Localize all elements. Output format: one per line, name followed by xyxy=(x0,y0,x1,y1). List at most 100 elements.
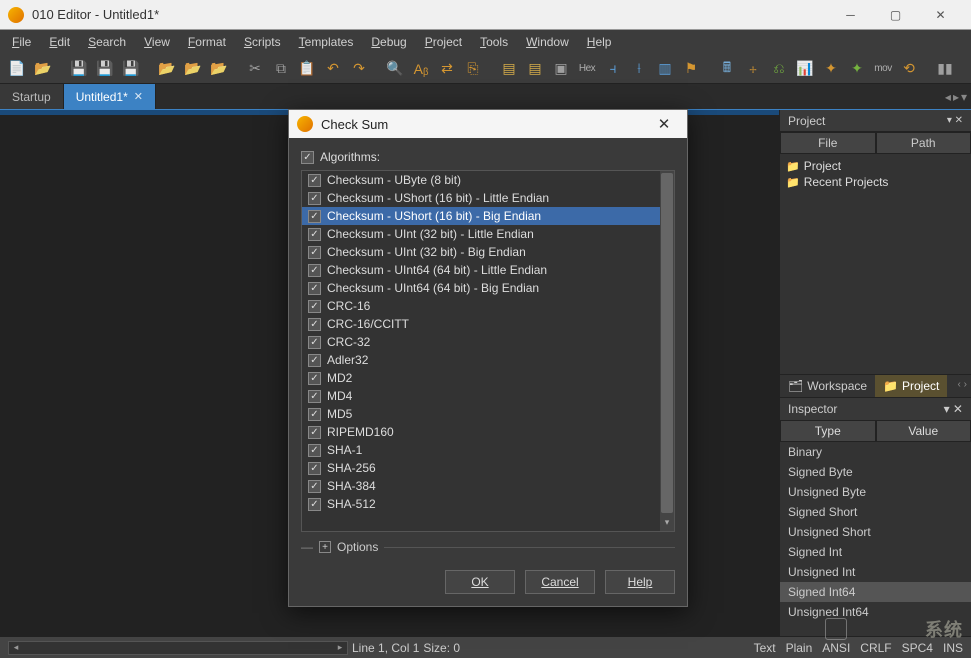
status-seg-crlf[interactable]: CRLF xyxy=(860,641,891,655)
inspector-row[interactable]: Signed Short xyxy=(780,502,971,522)
ruler-icon[interactable]: ⟊ xyxy=(628,58,650,80)
algorithm-checkbox[interactable]: ✓ xyxy=(308,192,321,205)
algorithm-item[interactable]: ✓SHA-512 xyxy=(302,495,674,513)
scroll-down-icon[interactable]: ▾ xyxy=(660,517,674,531)
algorithm-item[interactable]: ✓MD4 xyxy=(302,387,674,405)
terminal-icon[interactable]: ▣ xyxy=(550,58,572,80)
algorithm-item[interactable]: ✓SHA-256 xyxy=(302,459,674,477)
options-expand-button[interactable]: + xyxy=(319,541,331,553)
status-seg-plain[interactable]: Plain xyxy=(786,641,813,655)
pause-icon[interactable]: ▮▮ xyxy=(934,58,956,80)
algorithm-item[interactable]: ✓Checksum - UByte (8 bit) xyxy=(302,171,674,189)
new-file-icon[interactable]: 📄 xyxy=(6,58,28,80)
tree-item[interactable]: 📁Project xyxy=(786,158,965,174)
menu-view[interactable]: View xyxy=(136,32,178,52)
checksum-icon[interactable]: ⎌ xyxy=(768,58,790,80)
mov-label[interactable]: mov xyxy=(872,58,894,80)
menu-file[interactable]: File xyxy=(4,32,39,52)
cut-icon[interactable]: ✂ xyxy=(244,58,266,80)
algorithm-checkbox[interactable]: ✓ xyxy=(308,300,321,313)
workspace-tab[interactable]: 📁Project xyxy=(875,375,947,397)
menu-tools[interactable]: Tools xyxy=(472,32,516,52)
dialog-close-button[interactable]: ✕ xyxy=(649,115,679,133)
algorithm-item[interactable]: ✓Checksum - UInt (32 bit) - Big Endian xyxy=(302,243,674,261)
scroll-right-icon[interactable]: ▸ xyxy=(333,642,347,653)
algorithm-checkbox[interactable]: ✓ xyxy=(308,426,321,439)
algorithm-checkbox[interactable]: ✓ xyxy=(308,228,321,241)
algorithm-checkbox[interactable]: ✓ xyxy=(308,336,321,349)
algorithm-item[interactable]: ✓CRC-16/CCITT xyxy=(302,315,674,333)
columns-icon[interactable]: ▥ xyxy=(654,58,676,80)
find-icon[interactable]: 🔍 xyxy=(384,58,406,80)
ok-button[interactable]: OK xyxy=(445,570,515,594)
algorithm-checkbox[interactable]: ✓ xyxy=(308,318,321,331)
menu-scripts[interactable]: Scripts xyxy=(236,32,289,52)
status-seg-spc4[interactable]: SPC4 xyxy=(902,641,933,655)
scroll-left-icon[interactable]: ◂ xyxy=(9,642,23,653)
algorithm-checkbox[interactable]: ✓ xyxy=(308,282,321,295)
save-icon[interactable]: 💾 xyxy=(68,58,90,80)
algorithm-item[interactable]: ✓Checksum - UShort (16 bit) - Little End… xyxy=(302,189,674,207)
hex-label[interactable]: Hex xyxy=(576,58,598,80)
algorithm-checkbox[interactable]: ✓ xyxy=(308,246,321,259)
compare-icon[interactable]: ⧾ xyxy=(742,58,764,80)
save-disk-icon[interactable]: 💾 xyxy=(120,58,142,80)
tab-close-icon[interactable]: ✕ xyxy=(134,90,143,103)
inspector-row[interactable]: Unsigned Short xyxy=(780,522,971,542)
algorithm-checkbox[interactable]: ✓ xyxy=(308,390,321,403)
menu-project[interactable]: Project xyxy=(417,32,470,52)
workspace-tab[interactable]: 🗂Workspace xyxy=(780,375,875,397)
tab-prev-icon[interactable]: ◂ xyxy=(945,90,951,104)
menu-window[interactable]: Window xyxy=(518,32,577,52)
inspector-header-type[interactable]: Type xyxy=(780,420,876,442)
open-recent-icon[interactable]: 📂 xyxy=(156,58,178,80)
project-header-path[interactable]: Path xyxy=(876,132,971,154)
algorithm-item[interactable]: ✓Adler32 xyxy=(302,351,674,369)
minimize-button[interactable]: ─ xyxy=(828,1,873,29)
algorithm-item[interactable]: ✓MD5 xyxy=(302,405,674,423)
undo-icon[interactable]: ↶ xyxy=(322,58,344,80)
workspace-tab-nav[interactable]: ‹ › xyxy=(954,375,971,397)
algorithm-item[interactable]: ✓SHA-384 xyxy=(302,477,674,495)
document-tab[interactable]: Untitled1*✕ xyxy=(64,84,156,109)
inspector-row[interactable]: Unsigned Int64 xyxy=(780,602,971,622)
algorithm-item[interactable]: ✓CRC-16 xyxy=(302,297,674,315)
menu-help[interactable]: Help xyxy=(579,32,620,52)
cancel-button[interactable]: Cancel xyxy=(525,570,595,594)
menu-edit[interactable]: Edit xyxy=(41,32,78,52)
algorithm-checkbox[interactable]: ✓ xyxy=(308,462,321,475)
algorithm-checkbox[interactable]: ✓ xyxy=(308,174,321,187)
algorithm-checkbox[interactable]: ✓ xyxy=(308,354,321,367)
inspector-row[interactable]: Unsigned Byte xyxy=(780,482,971,502)
open-process-icon[interactable]: 📂 xyxy=(208,58,230,80)
template-icon[interactable]: ▤ xyxy=(498,58,520,80)
toggle-icon[interactable]: ⫞ xyxy=(602,58,624,80)
histogram-icon[interactable]: 📊 xyxy=(794,58,816,80)
find-text-icon[interactable]: Aᵦ xyxy=(410,58,432,80)
replace-icon[interactable]: ⇄ xyxy=(436,58,458,80)
tree-item[interactable]: 📁Recent Projects xyxy=(786,174,965,190)
help-button[interactable]: Help xyxy=(605,570,675,594)
algorithm-item[interactable]: ✓Checksum - UInt64 (64 bit) - Big Endian xyxy=(302,279,674,297)
menu-search[interactable]: Search xyxy=(80,32,134,52)
maximize-button[interactable]: ▢ xyxy=(873,1,918,29)
menu-debug[interactable]: Debug xyxy=(363,32,414,52)
scroll-thumb[interactable] xyxy=(661,173,673,513)
algorithm-item[interactable]: ✓SHA-1 xyxy=(302,441,674,459)
inspector-row[interactable]: Unsigned Int xyxy=(780,562,971,582)
menu-format[interactable]: Format xyxy=(180,32,234,52)
open-folder-icon[interactable]: 📂 xyxy=(32,58,54,80)
inspector-row[interactable]: Signed Byte xyxy=(780,462,971,482)
algorithm-item[interactable]: ✓RIPEMD160 xyxy=(302,423,674,441)
sync-icon[interactable]: ⟲ xyxy=(898,58,920,80)
algorithm-item[interactable]: ✓Checksum - UShort (16 bit) - Big Endian xyxy=(302,207,674,225)
inspector-body[interactable]: BinarySigned ByteUnsigned ByteSigned Sho… xyxy=(780,442,971,636)
tab-next-icon[interactable]: ▸ xyxy=(953,90,959,104)
inspector-header-value[interactable]: Value xyxy=(876,420,971,442)
status-seg-ins[interactable]: INS xyxy=(943,641,963,655)
bookmark-icon[interactable]: ⚑ xyxy=(680,58,702,80)
status-seg-ansi[interactable]: ANSI xyxy=(822,641,850,655)
inspector-row[interactable]: Binary xyxy=(780,442,971,462)
horizontal-scrollbar[interactable]: ◂ ▸ xyxy=(8,641,348,655)
menu-templates[interactable]: Templates xyxy=(291,32,362,52)
